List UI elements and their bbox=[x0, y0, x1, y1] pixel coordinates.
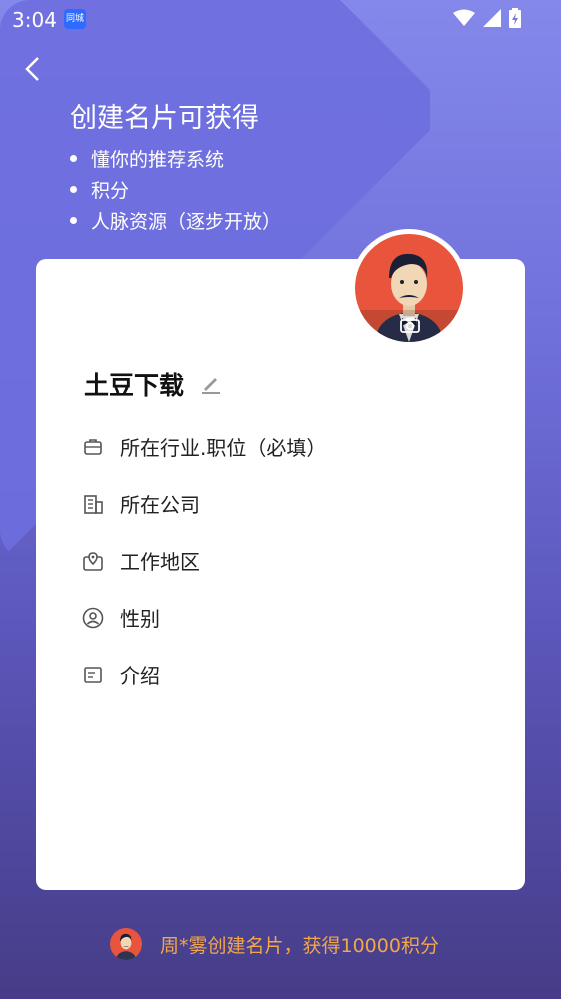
promo-item: 积分 bbox=[70, 174, 281, 205]
field-industry-position[interactable]: 所在行业.职位（必填） bbox=[82, 432, 326, 461]
briefcase-icon bbox=[84, 438, 102, 455]
bullet-icon bbox=[70, 155, 77, 162]
field-label: 性别 bbox=[120, 607, 160, 631]
promo-item: 人脉资源（逐步开放） bbox=[70, 205, 281, 236]
name-row[interactable]: 土豆下载 bbox=[84, 366, 222, 402]
avatar-upload[interactable] bbox=[350, 229, 468, 347]
note-icon bbox=[84, 666, 102, 683]
status-bar: 3:04 同城 bbox=[0, 0, 561, 40]
user-circle-icon bbox=[82, 607, 104, 628]
promo-section: 创建名片可获得 懂你的推荐系统 积分 人脉资源（逐步开放） bbox=[70, 96, 281, 236]
building-icon bbox=[84, 494, 103, 514]
footer-avatar bbox=[110, 928, 142, 960]
edit-icon[interactable] bbox=[200, 373, 222, 395]
field-label: 工作地区 bbox=[120, 550, 200, 574]
field-label: 所在公司 bbox=[120, 493, 200, 517]
promo-item-label: 懂你的推荐系统 bbox=[91, 149, 225, 171]
status-icons bbox=[453, 8, 521, 28]
chevron-left-icon bbox=[25, 57, 39, 81]
field-work-area[interactable]: 工作地区 bbox=[82, 546, 200, 575]
promo-list: 懂你的推荐系统 积分 人脉资源（逐步开放） bbox=[70, 143, 281, 236]
field-label: 所在行业.职位（必填） bbox=[120, 436, 327, 460]
profile-name: 土豆下载 bbox=[84, 371, 185, 400]
location-icon bbox=[83, 551, 103, 571]
footer-text: 周*雾创建名片，获得10000积分 bbox=[160, 934, 439, 957]
promo-title: 创建名片可获得 bbox=[70, 103, 259, 134]
camera-icon bbox=[400, 317, 420, 333]
wifi-icon bbox=[453, 9, 475, 26]
field-gender[interactable]: 性别 bbox=[82, 603, 160, 632]
field-company[interactable]: 所在公司 bbox=[82, 489, 200, 518]
battery-icon bbox=[509, 8, 521, 28]
footer-notice: 周*雾创建名片，获得10000积分 bbox=[110, 928, 439, 960]
promo-item-label: 积分 bbox=[91, 180, 130, 202]
status-time: 3:04 bbox=[12, 8, 57, 32]
promo-item: 懂你的推荐系统 bbox=[70, 143, 281, 174]
back-button[interactable] bbox=[18, 54, 48, 84]
field-introduction[interactable]: 介绍 bbox=[82, 660, 160, 689]
promo-item-label: 人脉资源（逐步开放） bbox=[91, 211, 282, 233]
app-notification-icon: 同城 bbox=[64, 9, 86, 29]
signal-icon bbox=[483, 9, 501, 27]
bullet-icon bbox=[70, 217, 77, 224]
bullet-icon bbox=[70, 186, 77, 193]
field-label: 介绍 bbox=[120, 664, 160, 688]
